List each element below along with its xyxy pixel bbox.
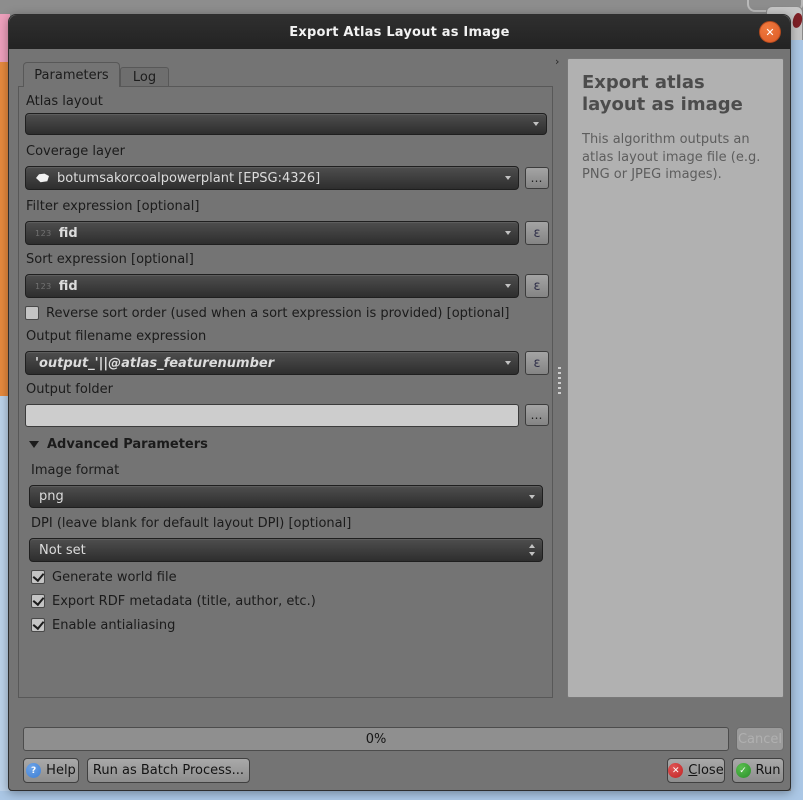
ellipsis-icon: … <box>531 408 544 422</box>
progress-bar: 0% <box>23 727 729 751</box>
background-blue-bottom-strip <box>0 791 803 800</box>
spin-up-icon[interactable] <box>529 544 535 548</box>
chevron-down-icon <box>505 176 511 180</box>
output-filename-builder-button[interactable]: ε <box>525 351 549 375</box>
numeric-field-icon: 123 <box>35 282 52 291</box>
atlas-layout-label: Atlas layout <box>26 94 103 109</box>
run-icon: ✓ <box>736 763 751 778</box>
desktop-background: Export Atlas Layout as Image ✕ Parameter… <box>0 0 803 800</box>
collapse-arrow-icon[interactable] <box>29 441 39 448</box>
ellipsis-icon: … <box>531 171 544 185</box>
image-format-select[interactable]: png <box>29 485 543 508</box>
chevron-down-icon <box>505 284 511 288</box>
splitter-collapse-icon[interactable]: › <box>555 55 559 68</box>
sort-expression-select[interactable]: 123 fid <box>25 274 519 298</box>
filter-expression-select[interactable]: 123 fid <box>25 221 519 245</box>
coverage-layer-select[interactable]: botumsakorcoalpowerplant [EPSG:4326] <box>25 166 519 190</box>
help-icon: ? <box>26 763 41 778</box>
splitter-handle[interactable] <box>558 367 561 395</box>
export-rdf-checkbox[interactable] <box>31 594 45 608</box>
help-panel-description: This algorithm outputs an atlas layout i… <box>582 131 769 184</box>
run-button-label: Run <box>756 763 781 778</box>
window-close-button[interactable]: ✕ <box>759 21 781 43</box>
output-filename-value: 'output_'||@atlas_featurenumber <box>35 356 274 371</box>
tab-log-label: Log <box>133 70 156 85</box>
parameters-panel: Atlas layout Coverage layer botumsakorco… <box>18 86 553 698</box>
tab-parameters-label: Parameters <box>34 68 108 83</box>
cancel-button[interactable]: Cancel <box>736 727 784 751</box>
dpi-value: Not set <box>39 543 86 558</box>
output-folder-browse-button[interactable]: … <box>525 404 549 426</box>
close-icon: ✕ <box>668 763 683 778</box>
atlas-layout-select[interactable] <box>25 113 547 135</box>
chevron-down-icon <box>529 495 535 499</box>
help-button-label: Help <box>46 763 76 778</box>
epsilon-expression-icon: ε <box>533 279 540 294</box>
reverse-sort-checkbox[interactable] <box>25 306 39 320</box>
run-as-batch-label: Run as Batch Process... <box>93 763 244 778</box>
enable-antialiasing-label: Enable antialiasing <box>52 618 175 633</box>
coverage-layer-browse-button[interactable]: … <box>525 167 549 189</box>
tab-parameters[interactable]: Parameters <box>23 62 120 87</box>
sort-expression-label: Sort expression [optional] <box>26 252 194 267</box>
close-button[interactable]: ✕ Close <box>667 758 725 783</box>
run-button[interactable]: ✓ Run <box>732 758 784 783</box>
filter-expression-builder-button[interactable]: ε <box>525 221 549 245</box>
spin-down-icon[interactable] <box>529 552 535 556</box>
tab-log[interactable]: Log <box>120 67 169 87</box>
polygon-layer-icon <box>35 173 50 183</box>
dialog-title: Export Atlas Layout as Image <box>289 25 509 40</box>
close-icon: ✕ <box>765 26 774 39</box>
sort-expression-value: fid <box>59 279 78 294</box>
help-panel-title: Export atlas layout as image <box>582 72 769 115</box>
advanced-parameters-header[interactable]: Advanced Parameters <box>47 437 208 452</box>
progress-value: 0% <box>366 732 387 747</box>
chevron-down-icon <box>533 122 539 126</box>
dpi-label: DPI (leave blank for default layout DPI)… <box>31 516 351 531</box>
export-rdf-label: Export RDF metadata (title, author, etc.… <box>52 594 316 609</box>
epsilon-expression-icon: ε <box>533 226 540 241</box>
coverage-layer-value: botumsakorcoalpowerplant [EPSG:4326] <box>57 171 320 186</box>
close-button-label: Close <box>688 763 723 778</box>
output-folder-input[interactable] <box>25 404 519 427</box>
export-atlas-dialog: Export Atlas Layout as Image ✕ Parameter… <box>8 14 791 791</box>
sort-expression-builder-button[interactable]: ε <box>525 274 549 298</box>
dpi-spinbox[interactable]: Not set <box>29 538 543 562</box>
output-filename-label: Output filename expression <box>26 329 206 344</box>
dialog-titlebar[interactable]: Export Atlas Layout as Image ✕ <box>9 15 790 49</box>
image-format-value: png <box>39 489 64 504</box>
chevron-down-icon <box>505 361 511 365</box>
epsilon-expression-icon: ε <box>533 356 540 371</box>
output-filename-select[interactable]: 'output_'||@atlas_featurenumber <box>25 351 519 375</box>
reverse-sort-label: Reverse sort order (used when a sort exp… <box>46 306 509 321</box>
background-blue-right-strip <box>791 40 803 800</box>
chevron-down-icon <box>505 231 511 235</box>
coverage-layer-label: Coverage layer <box>26 144 125 159</box>
numeric-field-icon: 123 <box>35 229 52 238</box>
help-panel: Export atlas layout as image This algori… <box>567 58 784 698</box>
generate-world-file-checkbox[interactable] <box>31 570 45 584</box>
filter-expression-value: fid <box>59 226 78 241</box>
enable-antialiasing-checkbox[interactable] <box>31 618 45 632</box>
cancel-button-label: Cancel <box>738 732 782 747</box>
filter-expression-label: Filter expression [optional] <box>26 199 199 214</box>
generate-world-file-label: Generate world file <box>52 570 177 585</box>
output-folder-label: Output folder <box>26 382 113 397</box>
run-as-batch-button[interactable]: Run as Batch Process... <box>87 758 250 783</box>
image-format-label: Image format <box>31 463 119 478</box>
help-button[interactable]: ? Help <box>23 758 79 783</box>
